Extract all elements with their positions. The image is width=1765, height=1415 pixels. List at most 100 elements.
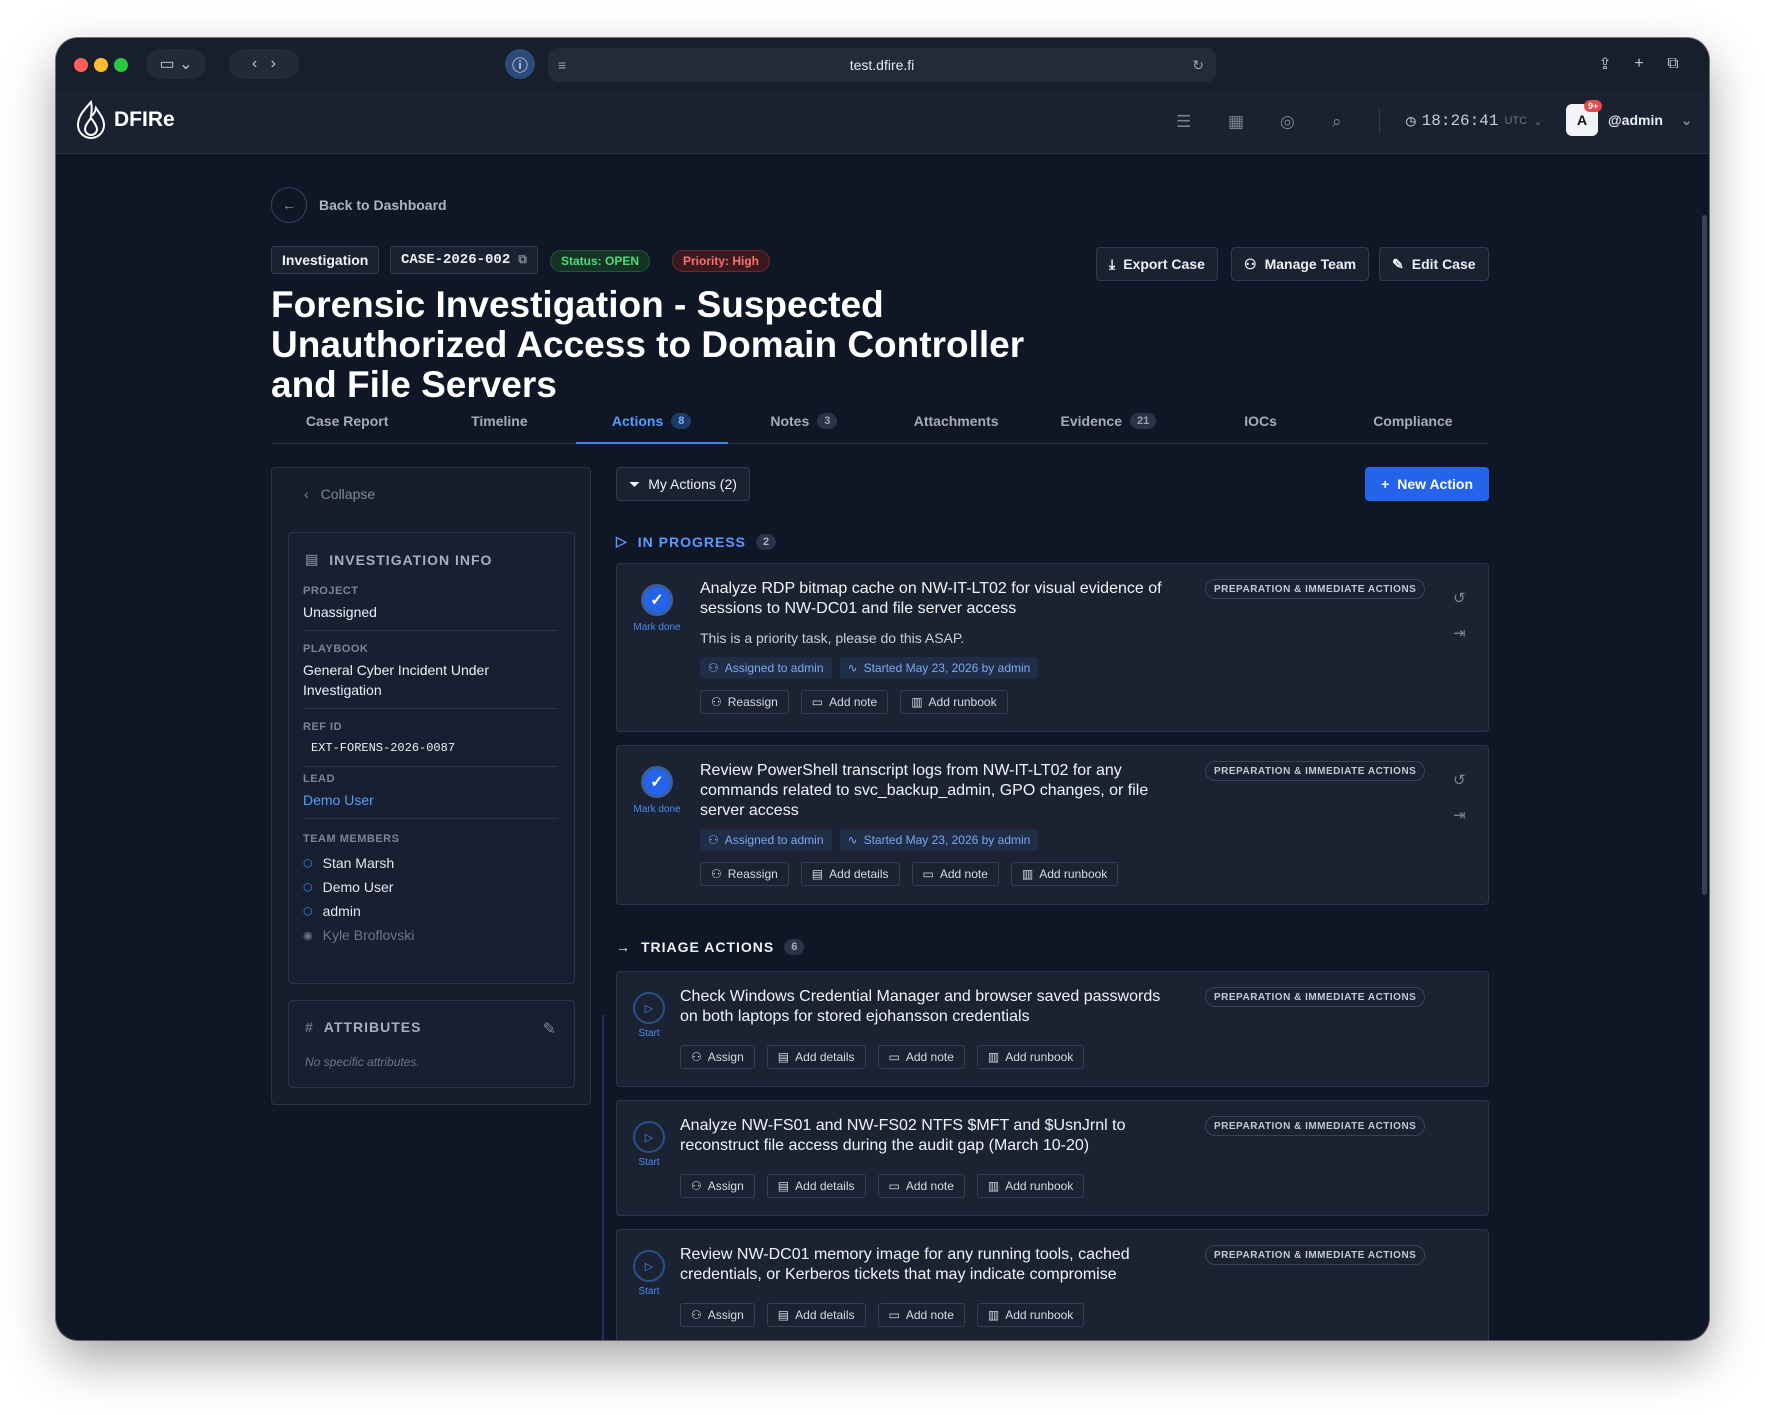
tab-compliance[interactable]: Compliance: [1337, 398, 1489, 443]
manage-team-button[interactable]: ⚇ Manage Team: [1231, 247, 1370, 281]
button-label: Reassign: [727, 695, 778, 709]
search-icon[interactable]: ⌕: [1332, 112, 1342, 132]
document-icon: ▤: [777, 1308, 790, 1322]
add-runbook-button[interactable]: ▥ Add runbook: [900, 690, 1008, 714]
download-icon: ⤓: [1109, 255, 1116, 272]
investigation-info-heading: ▤ INVESTIGATION INFO: [305, 551, 492, 568]
tab-overview-icon[interactable]: ⧉: [1658, 49, 1688, 79]
start-button[interactable]: ▷: [633, 1121, 665, 1153]
button-label: Add note: [939, 867, 988, 881]
action-title[interactable]: Check Windows Credential Manager and bro…: [680, 987, 1170, 1027]
pencil-icon[interactable]: ✎: [543, 1019, 556, 1039]
activity-icon: ∿: [847, 661, 858, 675]
action-title[interactable]: Review PowerShell transcript logs from N…: [700, 761, 1190, 821]
tab-attachments[interactable]: Attachments: [880, 398, 1032, 443]
list-icon[interactable]: ☰: [1176, 112, 1191, 132]
clock[interactable]: ◷ 18:26:41 UTC ⌄: [1406, 111, 1542, 131]
add-details-button[interactable]: ▤ Add details: [800, 862, 900, 886]
minimize-window-button[interactable]: [94, 58, 108, 72]
fingerprint-icon[interactable]: ◎: [1280, 112, 1295, 132]
back-to-dashboard-link[interactable]: ← Back to Dashboard: [271, 187, 447, 223]
add-note-button[interactable]: ▭ Add note: [911, 862, 999, 886]
triage-actions-heading[interactable]: → TRIAGE ACTIONS 6: [616, 939, 805, 955]
skip-icon[interactable]: ⇥: [1453, 624, 1466, 642]
reassign-button[interactable]: ⚇ Reassign: [700, 690, 789, 714]
skip-icon[interactable]: ⇥: [1453, 806, 1466, 824]
investigation-sidebar: ‹ Collapse ▤ INVESTIGATION INFO PROJECT Una…: [271, 467, 591, 1105]
url-text: test.dfire.fi: [849, 57, 915, 73]
assign-button[interactable]: ⚇ Assign: [680, 1303, 755, 1327]
add-details-button[interactable]: ▤ Add details: [766, 1303, 866, 1327]
maximize-window-button[interactable]: [114, 58, 128, 72]
new-tab-icon[interactable]: +: [1624, 49, 1654, 79]
tab-label: Evidence: [1060, 412, 1122, 429]
action-title[interactable]: Analyze NW-FS01 and NW-FS02 NTFS $MFT an…: [680, 1116, 1170, 1156]
start-button[interactable]: ▷: [633, 1250, 665, 1282]
assign-button[interactable]: ⚇ Assign: [680, 1174, 755, 1198]
add-runbook-button[interactable]: ▥ Add runbook: [976, 1303, 1085, 1327]
mark-done-button[interactable]: ✓: [641, 584, 673, 616]
lead-field: LEAD Demo User: [303, 773, 558, 819]
back-forward-buttons[interactable]: ‹ ›: [228, 49, 300, 79]
tab-label: Notes: [770, 412, 810, 429]
tab-case-report[interactable]: Case Report: [271, 398, 423, 443]
add-note-button[interactable]: ▭ Add note: [877, 1045, 965, 1069]
tab-iocs[interactable]: IOCs: [1185, 398, 1337, 443]
add-note-button[interactable]: ▭ Add note: [800, 690, 889, 714]
tab-notes[interactable]: Notes 3: [728, 398, 880, 443]
member-name: Kyle Broflovski: [322, 927, 415, 943]
share-icon[interactable]: ⇪: [1590, 49, 1620, 79]
add-runbook-button[interactable]: ▥ Add runbook: [976, 1045, 1085, 1069]
start-button[interactable]: ▷: [633, 992, 665, 1024]
password-manager-icon[interactable]: ⓘ: [505, 49, 535, 79]
page-scrollbar[interactable]: [1702, 215, 1707, 895]
add-details-button[interactable]: ▤ Add details: [766, 1174, 866, 1198]
in-progress-heading[interactable]: ▷ IN PROGRESS 2: [616, 533, 777, 550]
revert-icon[interactable]: ↺: [1453, 589, 1466, 607]
comment-icon: ▭: [888, 1308, 900, 1322]
app-logo[interactable]: DFIRe: [74, 100, 175, 140]
action-meta: ⚇ Assigned to admin ∿ Started May 23, 2026…: [700, 657, 1039, 679]
reassign-button[interactable]: ⚇ Reassign: [700, 862, 789, 886]
add-details-button[interactable]: ▤ Add details: [766, 1045, 866, 1069]
revert-icon[interactable]: ↺: [1453, 771, 1466, 789]
tab-timeline[interactable]: Timeline: [423, 398, 575, 443]
address-bar[interactable]: ≡ test.dfire.fi ↻: [548, 48, 1216, 82]
my-actions-filter[interactable]: ⏷ My Actions (2): [616, 467, 750, 501]
case-type-chip: Investigation: [271, 246, 380, 274]
add-runbook-button[interactable]: ▥ Add runbook: [976, 1174, 1085, 1198]
edit-case-button[interactable]: ✎ Edit Case: [1379, 247, 1489, 281]
new-action-button[interactable]: + New Action: [1365, 467, 1489, 501]
action-title[interactable]: Analyze RDP bitmap cache on NW-IT-LT02 f…: [700, 579, 1190, 619]
action-buttons: ⚇ Assign ▤ Add details ▭ Add note ▥ Add runb…: [680, 1174, 1085, 1198]
add-runbook-button[interactable]: ▥ Add runbook: [1010, 862, 1119, 886]
close-window-button[interactable]: [74, 58, 88, 72]
building-icon[interactable]: ▦: [1228, 112, 1244, 132]
button-label: Add runbook: [1005, 1050, 1074, 1064]
site-settings-icon[interactable]: ≡: [558, 57, 566, 73]
tab-evidence[interactable]: Evidence 21: [1032, 398, 1184, 443]
document-icon: ▤: [811, 867, 824, 881]
add-note-button[interactable]: ▭ Add note: [877, 1303, 965, 1327]
tab-actions[interactable]: Actions 8: [575, 398, 729, 444]
sidebar-toggle-button[interactable]: ▭ ⌄: [146, 49, 206, 79]
tab-label: IOCs: [1244, 412, 1277, 429]
lead-link[interactable]: Demo User: [303, 790, 558, 810]
reload-icon[interactable]: ↻: [1192, 57, 1204, 74]
export-case-button[interactable]: ⤓ Export Case: [1096, 247, 1218, 281]
chevron-down-icon: ⌄: [1680, 112, 1693, 128]
activity-icon: ∿: [847, 833, 858, 847]
started: Started May 23, 2026 by admin: [863, 833, 1031, 847]
group-count: 2: [756, 533, 777, 550]
add-note-button[interactable]: ▭ Add note: [877, 1174, 965, 1198]
group-count: 6: [784, 939, 805, 955]
copy-icon[interactable]: ⧉: [518, 253, 527, 267]
assign-button[interactable]: ⚇ Assign: [680, 1045, 755, 1069]
user-menu[interactable]: @admin ⌄: [1608, 112, 1693, 129]
playbook-label: PLAYBOOK: [303, 643, 369, 655]
action-title[interactable]: Review NW-DC01 memory image for any runn…: [680, 1245, 1170, 1285]
comment-icon: ▭: [811, 695, 824, 709]
collapse-button[interactable]: ‹ Collapse: [304, 486, 375, 502]
mark-done-button[interactable]: ✓: [641, 766, 673, 798]
case-id-chip[interactable]: CASE-2026-002 ⧉: [390, 246, 538, 274]
